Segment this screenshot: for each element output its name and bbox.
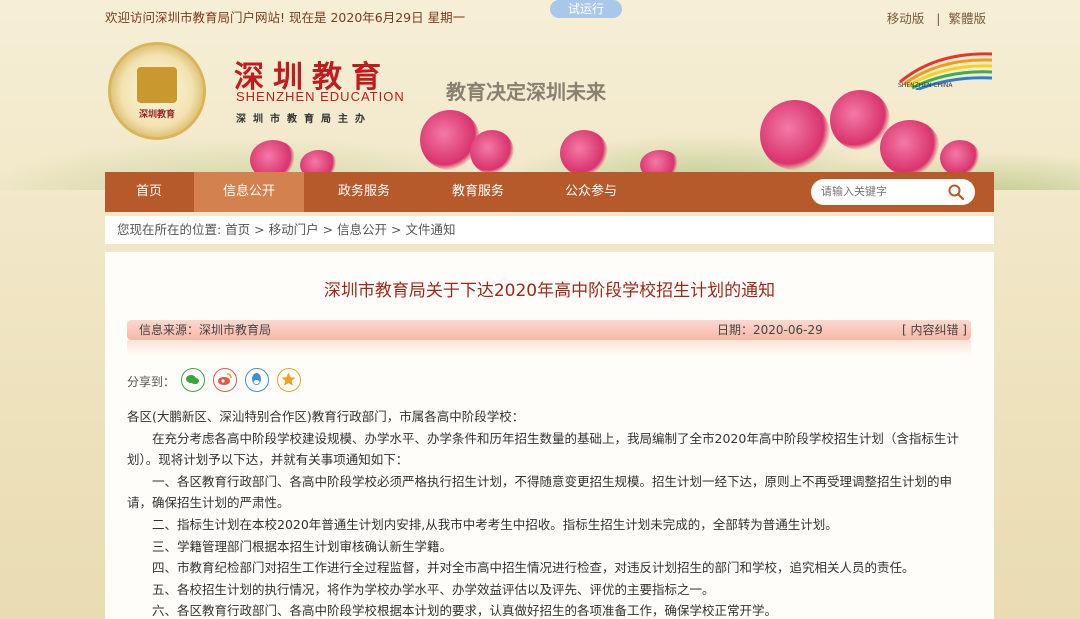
- nav-item-label: 政务服务: [337, 184, 390, 199]
- nav-item-info-disclosure[interactable]: 信息公开: [194, 172, 304, 212]
- top-bar: 欢迎访问深圳市教育局门户网站! 现在是 2020年6月29日 星期一 试运行 移…: [0, 0, 1080, 28]
- qq-icon: [252, 373, 261, 385]
- article-source: 信息来源：深圳市教育局: [139, 323, 272, 337]
- welcome-text: 欢迎访问深圳市教育局门户网站! 现在是 2020年6月29日 星期一: [105, 10, 466, 25]
- nav-item-label: 教育服务: [451, 184, 504, 199]
- star-icon: [281, 372, 296, 386]
- book-icon: [137, 67, 177, 103]
- wechat-icon: [186, 375, 199, 385]
- site-name-en: SHENZHEN EDUCATION: [236, 89, 405, 104]
- share-wechat-button[interactable]: [181, 368, 205, 392]
- article-info-bar: 信息来源：深圳市教育局 日期：2020-06-29 [ 内容纠错 ]: [127, 320, 971, 340]
- nav-item-edu-services[interactable]: 教育服务: [423, 172, 533, 212]
- shenzhen-brand-logo: SHENZHEN CHINA: [896, 48, 994, 92]
- seal-text: 深圳教育: [138, 110, 175, 120]
- share-favorite-button[interactable]: [277, 368, 301, 392]
- weibo-icon: [218, 373, 232, 385]
- nav-item-label: 公众参与: [564, 184, 617, 199]
- mobile-version-link[interactable]: 移动版: [887, 11, 925, 26]
- content-correction-link[interactable]: [ 内容纠错 ]: [902, 320, 967, 340]
- article-paragraph: 四、市教育纪检部门对招生工作进行全过程监督，并对全市高中招生情况进行检查，对违反…: [152, 560, 915, 576]
- article-date: 日期：2020-06-29: [717, 323, 823, 337]
- nav-item-public-participation[interactable]: 公众参与: [535, 172, 647, 212]
- traditional-chinese-link[interactable]: 繁體版: [948, 11, 986, 26]
- nav-item-label: 首页: [135, 184, 162, 199]
- article-container: 深圳市教育局关于下达2020年高中阶段学校招生计划的通知 信息来源：深圳市教育局…: [105, 252, 994, 619]
- site-logo-seal[interactable]: 深圳教育: [108, 42, 206, 140]
- article-title: 深圳市教育局关于下达2020年高中阶段学校招生计划的通知: [323, 281, 776, 301]
- info-bar-shadow: [127, 340, 971, 356]
- article-paragraph: 三、学籍管理部门根据本招生计划审核确认新生学籍。: [152, 538, 453, 554]
- share-weibo-button[interactable]: [213, 368, 237, 392]
- article-paragraph: 二、指标生计划在本校2020年普通生计划内安排,从我市中考考生中招收。指标生招生…: [152, 516, 838, 532]
- article-paragraph: 各区(大鹏新区、深汕特别合作区)教育行政部门，市属各高中阶段学校：: [127, 409, 525, 424]
- link-separator: |: [936, 11, 941, 26]
- article-body: 各区(大鹏新区、深汕特别合作区)教育行政部门，市属各高中阶段学校： 在充分考虑各…: [127, 406, 973, 619]
- share-label: 分享到：: [127, 375, 176, 389]
- nav-item-home[interactable]: 首页: [105, 172, 193, 212]
- article-paragraph: 在充分考虑各高中阶段学校建设规模、办学水平、办学条件和历年招生数量的基础上，我局…: [127, 430, 959, 468]
- main-nav: 首页 信息公开 政务服务 教育服务 公众参与: [105, 172, 994, 212]
- nav-item-gov-services[interactable]: 政务服务: [305, 172, 423, 212]
- search-input[interactable]: [821, 183, 939, 201]
- article-paragraph: 一、各区教育行政部门、各高中阶段学校必须严格执行招生计划，不得随意变更招生规模。…: [127, 473, 953, 511]
- article-paragraph: 六、各区教育行政部门、各高中阶段学校根据本计划的要求，认真做好招生的各项准备工作…: [152, 603, 778, 619]
- brand-text: SHENZHEN CHINA: [898, 82, 953, 89]
- site-slogan: 教育决定深圳未来: [446, 80, 606, 104]
- share-qq-button[interactable]: [245, 368, 269, 392]
- search-icon[interactable]: [947, 183, 965, 205]
- nav-item-label: 信息公开: [222, 184, 275, 199]
- article-paragraph: 五、各校招生计划的执行情况，将作为学校办学水平、办学效益评估以及评先、评优的主要…: [152, 581, 715, 597]
- site-host-subtitle: 深圳市教育局主办: [236, 114, 372, 125]
- search-box: [811, 179, 975, 205]
- top-links: 移动版 | 繁體版: [887, 8, 986, 27]
- trial-badge: 试运行: [550, 0, 622, 18]
- breadcrumb: 您现在所在的位置: 首页 > 移动门户 > 信息公开 > 文件通知: [105, 216, 994, 244]
